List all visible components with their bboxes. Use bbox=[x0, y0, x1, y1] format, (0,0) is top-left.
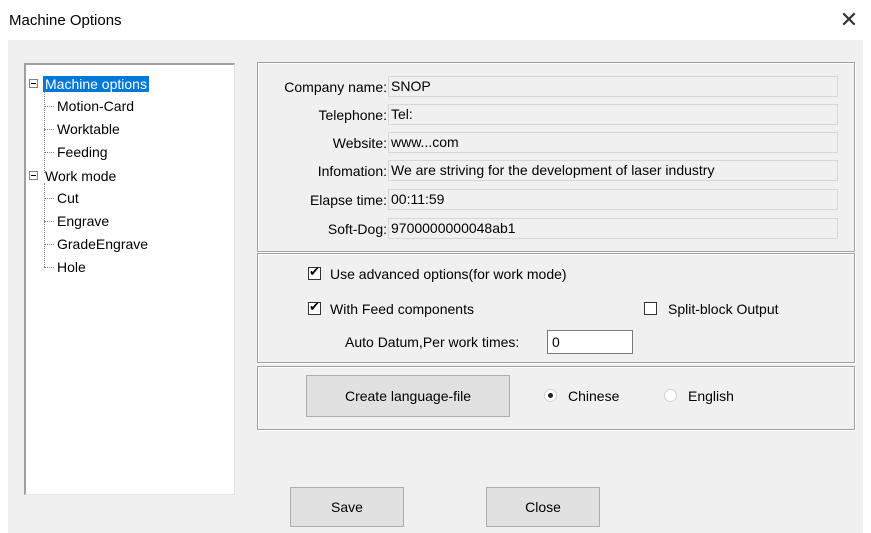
information-label: Infomation: bbox=[317, 163, 387, 179]
tree-connector bbox=[44, 244, 54, 245]
tree-connector bbox=[44, 89, 45, 173]
title-bar: Machine Options ✕ bbox=[0, 0, 871, 40]
soft-dog-label: Soft-Dog: bbox=[327, 221, 387, 237]
tree-connector bbox=[44, 221, 54, 222]
chinese-label[interactable]: Chinese bbox=[568, 387, 619, 405]
tree-item-label: Machine options bbox=[43, 76, 149, 92]
close-button[interactable]: Close bbox=[486, 487, 600, 527]
tree-connector bbox=[44, 267, 54, 268]
split-block-output-checkbox[interactable] bbox=[644, 302, 657, 315]
create-language-file-button[interactable]: Create language-file bbox=[306, 375, 510, 417]
soft-dog-field: 9700000000048ab1 bbox=[388, 218, 838, 239]
collapse-icon[interactable] bbox=[29, 79, 38, 88]
tree-item-feeding[interactable]: Feeding bbox=[57, 142, 108, 162]
tree-connector bbox=[44, 152, 54, 153]
auto-datum-input[interactable]: 0 bbox=[547, 330, 633, 354]
tree-item-work-mode[interactable]: Work mode bbox=[45, 166, 116, 186]
tree-item-cut[interactable]: Cut bbox=[57, 188, 79, 208]
website-field: www...com bbox=[388, 132, 838, 153]
advanced-options-checkbox[interactable] bbox=[308, 264, 321, 280]
options-tree[interactable]: Machine options Motion-Card Worktable Fe… bbox=[24, 63, 235, 495]
tree-connector bbox=[44, 198, 54, 199]
elapse-time-field: 00:11:59 bbox=[388, 189, 838, 210]
company-name-field: SNOP bbox=[388, 76, 838, 97]
tree-item-machine-options[interactable]: Machine options bbox=[43, 74, 149, 94]
chinese-radio[interactable] bbox=[544, 389, 557, 402]
save-button[interactable]: Save bbox=[290, 487, 404, 527]
website-label: Website: bbox=[332, 135, 387, 151]
english-label[interactable]: English bbox=[688, 387, 734, 405]
feed-components-label[interactable]: With Feed components bbox=[330, 300, 474, 318]
split-block-output-label[interactable]: Split-block Output bbox=[668, 300, 779, 318]
company-name-label: Company name: bbox=[284, 79, 387, 95]
tree-connector bbox=[44, 106, 54, 107]
dialog-body: Machine options Motion-Card Worktable Fe… bbox=[8, 40, 863, 533]
auto-datum-label: Auto Datum,Per work times: bbox=[345, 334, 520, 350]
telephone-field: Tel: bbox=[388, 104, 838, 125]
close-icon[interactable]: ✕ bbox=[835, 6, 863, 34]
advanced-options-label[interactable]: Use advanced options(for work mode) bbox=[330, 265, 567, 283]
feed-components-checkbox[interactable] bbox=[308, 299, 321, 315]
tree-item-worktable[interactable]: Worktable bbox=[57, 119, 120, 139]
tree-item-engrave[interactable]: Engrave bbox=[57, 211, 109, 231]
window-title: Machine Options bbox=[9, 12, 122, 29]
tree-item-motion-card[interactable]: Motion-Card bbox=[57, 96, 134, 116]
elapse-time-label: Elapse time: bbox=[309, 192, 387, 208]
english-radio[interactable] bbox=[664, 389, 677, 402]
telephone-label: Telephone: bbox=[318, 107, 387, 123]
tree-connector bbox=[44, 183, 45, 267]
tree-item-grade-engrave[interactable]: GradeEngrave bbox=[57, 234, 148, 254]
information-field: We are striving for the development of l… bbox=[388, 160, 838, 181]
tree-connector bbox=[44, 129, 54, 130]
tree-item-hole[interactable]: Hole bbox=[57, 257, 86, 277]
collapse-icon[interactable] bbox=[29, 171, 38, 180]
